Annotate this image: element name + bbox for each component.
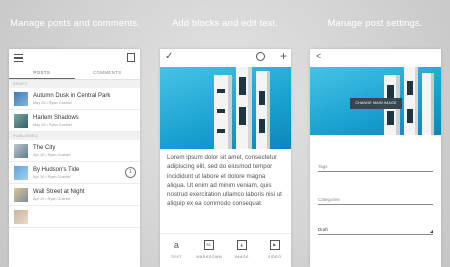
menu-icon[interactable]	[14, 54, 23, 64]
section-published: PUBLISHED	[9, 132, 140, 140]
post-item[interactable]	[9, 206, 140, 228]
video-icon: ▶	[269, 240, 280, 250]
building-shape	[236, 67, 252, 149]
section-draft: DRAFT	[9, 80, 140, 88]
building-shape	[256, 71, 270, 149]
settings-toolbar: <	[310, 49, 441, 67]
post-thumbnail	[14, 188, 28, 202]
post-item[interactable]: Wall Street at Night Apr 10 • Ryan Gushi…	[9, 184, 140, 206]
compose-icon[interactable]	[127, 53, 135, 62]
caption-posts: Manage posts and comments.	[10, 18, 140, 29]
block-label: MARKDOWN	[196, 255, 222, 259]
categories-field[interactable]: Categories	[318, 197, 433, 205]
plus-icon[interactable]: +	[280, 49, 287, 63]
post-meta: Apr 10 • Ryan Gushiel	[33, 197, 71, 201]
post-item[interactable]: Autumn Dusk in Central Park May 26 • Rya…	[9, 88, 140, 110]
post-meta: May 26 • Ryan Gushiel	[33, 123, 72, 127]
post-meta: Apr 10 • Ryan Gushiel	[33, 153, 71, 157]
post-title: Autumn Dusk in Central Park	[33, 93, 111, 99]
post-item[interactable]: By Hudson's Tide Apr 10 • Ryan Gushiel 1	[9, 162, 140, 184]
tags-field[interactable]: Tags	[318, 164, 433, 172]
post-thumbnail	[14, 114, 28, 128]
block-text-button[interactable]: a TEXT	[160, 234, 193, 267]
settings-screen: < CHANGE MAIN IMAGE Tags Categories Draf…	[310, 49, 441, 267]
building-shape	[404, 67, 418, 135]
editor-screen: ✓ + Lorem ipsum dolor sit amet, consecte…	[160, 49, 291, 267]
post-main-image[interactable]	[160, 67, 291, 149]
image-icon: ◭	[236, 240, 247, 250]
post-thumbnail	[14, 144, 28, 158]
post-item[interactable]: The City Apr 10 • Ryan Gushiel	[9, 140, 140, 162]
post-thumbnail	[14, 210, 28, 224]
post-meta: May 26 • Ryan Gushiel	[33, 101, 72, 105]
block-image-button[interactable]: ◭ IMAGE	[226, 234, 259, 267]
posts-tabs: POSTS COMMENTS	[9, 68, 140, 80]
caption-settings: Manage post settings.	[327, 18, 423, 29]
block-label: IMAGE	[234, 255, 249, 259]
checkmark-icon[interactable]: ✓	[165, 51, 173, 62]
editor-toolbar: ✓ +	[160, 49, 291, 67]
gear-icon[interactable]	[256, 52, 265, 61]
post-thumbnail	[14, 92, 28, 106]
text-icon: a	[173, 240, 179, 250]
post-body-text[interactable]: Lorem ipsum dolor sit amet, consectetur …	[160, 149, 291, 209]
post-title: Harlem Shadows	[33, 115, 79, 121]
dropdown-caret-icon	[430, 230, 433, 233]
tab-posts[interactable]: POSTS	[9, 68, 75, 79]
comment-count-badge[interactable]: 1	[125, 167, 136, 178]
block-label: TEXT	[170, 255, 182, 259]
block-video-button[interactable]: ▶ VIDEO	[258, 234, 291, 267]
posts-toolbar	[9, 49, 140, 68]
markdown-icon: M↓	[204, 240, 215, 250]
block-markdown-button[interactable]: M↓ MARKDOWN	[193, 234, 226, 267]
tab-comments[interactable]: COMMENTS	[75, 68, 141, 79]
back-arrow-icon[interactable]: <	[316, 51, 321, 61]
block-label: VIDEO	[267, 255, 282, 259]
posts-screen: POSTS COMMENTS DRAFT Autumn Dusk in Cent…	[9, 49, 140, 267]
building-shape	[214, 75, 232, 149]
building-shape	[422, 73, 434, 135]
status-value: Draft	[318, 227, 328, 232]
change-main-image-button[interactable]: CHANGE MAIN IMAGE	[350, 98, 402, 109]
block-picker: a TEXT M↓ MARKDOWN ◭ IMAGE ▶ VIDEO	[160, 233, 291, 267]
post-meta: Apr 10 • Ryan Gushiel	[33, 175, 71, 179]
post-title: The City	[33, 145, 56, 151]
post-main-image: CHANGE MAIN IMAGE	[310, 67, 441, 135]
caption-editor: Add blocks and edit text.	[171, 18, 278, 29]
post-title: Wall Street at Night	[33, 189, 85, 195]
post-item[interactable]: Harlem Shadows May 26 • Ryan Gushiel	[9, 110, 140, 132]
post-thumbnail	[14, 166, 28, 180]
status-select[interactable]: Draft	[318, 227, 433, 235]
post-title: By Hudson's Tide	[33, 167, 80, 173]
